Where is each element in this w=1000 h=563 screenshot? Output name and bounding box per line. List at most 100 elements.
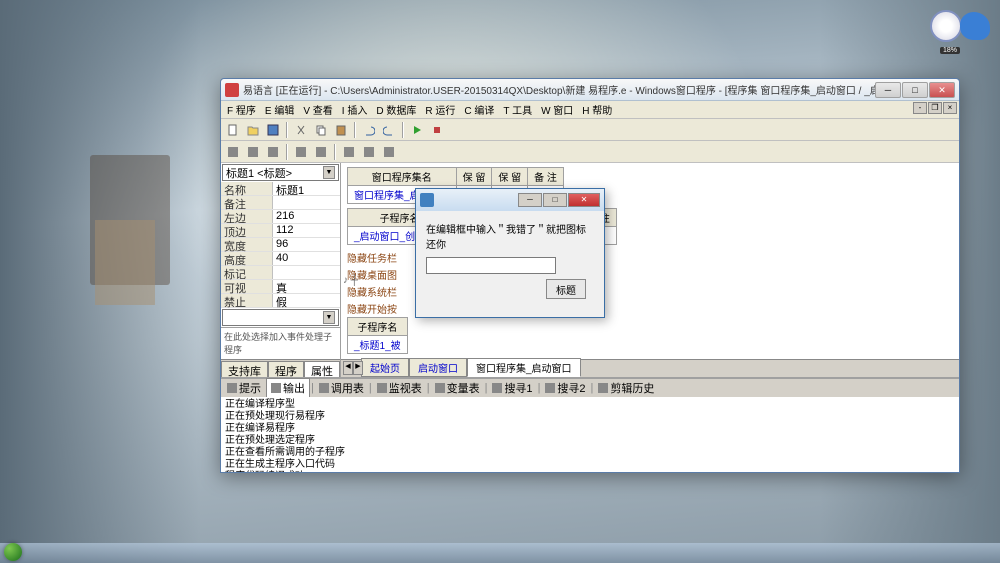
output-line: 正在预处理选定程序 bbox=[225, 435, 955, 447]
tab-start-page[interactable]: 起始页 bbox=[361, 358, 409, 377]
otab-watch[interactable]: 监视表 bbox=[373, 379, 426, 397]
tool-b[interactable] bbox=[244, 143, 262, 161]
tool-open[interactable] bbox=[244, 121, 262, 139]
search-icon bbox=[545, 383, 555, 393]
tool-stop[interactable] bbox=[428, 121, 446, 139]
prop-row[interactable]: 宽度96 bbox=[221, 238, 340, 252]
clip-icon bbox=[598, 383, 608, 393]
otab-search1[interactable]: 搜寻1 bbox=[488, 379, 536, 397]
tab-window-assembly[interactable]: 窗口程序集_启动窗口 bbox=[467, 358, 581, 377]
maximize-button[interactable]: □ bbox=[902, 82, 928, 98]
tool-redo[interactable] bbox=[380, 121, 398, 139]
tool-run[interactable] bbox=[408, 121, 426, 139]
object-combo[interactable]: 标题1 <标题> ▼ bbox=[222, 164, 339, 181]
output-line: 正在查看所需调用的子程序 bbox=[225, 447, 955, 459]
taskbar[interactable] bbox=[0, 543, 1000, 563]
mdi-close[interactable]: × bbox=[943, 102, 957, 114]
tool-paste[interactable] bbox=[332, 121, 350, 139]
otab-output[interactable]: 输出 bbox=[266, 378, 310, 398]
otab-clip[interactable]: 剪辑历史 bbox=[594, 379, 658, 397]
prop-row[interactable]: 可视真 bbox=[221, 280, 340, 294]
start-button[interactable] bbox=[4, 543, 22, 561]
toolbar-1 bbox=[221, 119, 959, 141]
mdi-restore[interactable]: ❐ bbox=[928, 102, 942, 114]
output-icon bbox=[271, 383, 281, 393]
menu-run[interactable]: R 运行 bbox=[421, 101, 459, 118]
hint-icon bbox=[227, 383, 237, 393]
prop-row[interactable]: 高度40 bbox=[221, 252, 340, 266]
table-icon bbox=[319, 383, 329, 393]
combo-value: 标题1 <标题> bbox=[226, 165, 292, 181]
dialog-input[interactable] bbox=[426, 257, 556, 274]
corkboard-deco bbox=[95, 220, 155, 305]
watch-icon bbox=[377, 383, 387, 393]
tool-copy[interactable] bbox=[312, 121, 330, 139]
prop-row[interactable]: 备注 bbox=[221, 196, 340, 210]
tab-startup-window[interactable]: 启动窗口 bbox=[409, 358, 467, 377]
tool-d[interactable] bbox=[292, 143, 310, 161]
output-line: 程序代码编译成功 bbox=[225, 471, 955, 472]
output-panel: 提示 输出 | 调用表 | 监视表 | 变量表 | 搜寻1 | 搜寻2 | 剪辑… bbox=[221, 377, 959, 472]
prop-row[interactable]: 左边216 bbox=[221, 210, 340, 224]
code-gutter: ♪ ┼ bbox=[343, 275, 358, 286]
combo-arrow-icon[interactable]: ▼ bbox=[323, 166, 335, 179]
otab-hint[interactable]: 提示 bbox=[223, 379, 265, 397]
tab-program[interactable]: 程序 bbox=[268, 361, 304, 377]
output-line: 正在编译易程序 bbox=[225, 423, 955, 435]
titlebar[interactable]: 易语言 [正在运行] - C:\Users\Administrator.USER… bbox=[221, 79, 959, 101]
tool-save[interactable] bbox=[264, 121, 282, 139]
tool-c[interactable] bbox=[264, 143, 282, 161]
tool-a[interactable] bbox=[224, 143, 242, 161]
dialog-ok-button[interactable]: 标题 bbox=[546, 279, 586, 299]
menu-window[interactable]: W 窗口 bbox=[537, 101, 577, 118]
left-tabs: 支持库 程序 属性 bbox=[221, 359, 340, 377]
help-text: 在此处选择加入事件处理子程序 bbox=[221, 327, 340, 359]
menu-tools[interactable]: T 工具 bbox=[499, 101, 536, 118]
prop-row[interactable]: 禁止假 bbox=[221, 294, 340, 308]
event-combo-arrow-icon[interactable]: ▼ bbox=[323, 311, 335, 324]
tool-g[interactable] bbox=[360, 143, 378, 161]
tool-f[interactable] bbox=[340, 143, 358, 161]
otab-search2[interactable]: 搜寻2 bbox=[541, 379, 589, 397]
minimize-button[interactable]: ─ bbox=[875, 82, 901, 98]
prop-row[interactable]: 名称标题1 bbox=[221, 182, 340, 196]
tool-undo[interactable] bbox=[360, 121, 378, 139]
toolbar-2 bbox=[221, 141, 959, 163]
menu-insert[interactable]: I 插入 bbox=[338, 101, 372, 118]
dialog-maximize[interactable]: □ bbox=[543, 193, 567, 207]
dialog-message: 在编辑框中输入＂我错了＂就把图标还你 bbox=[426, 221, 594, 251]
tab-nav-prev[interactable]: ◀ bbox=[343, 361, 353, 375]
output-body[interactable]: 正在编译程序型正在预处理现行易程序正在编译易程序正在预处理选定程序正在查看所需调… bbox=[221, 397, 959, 472]
search-icon bbox=[492, 383, 502, 393]
tool-cut[interactable] bbox=[292, 121, 310, 139]
dialog-icon bbox=[420, 193, 434, 207]
tool-new[interactable] bbox=[224, 121, 242, 139]
property-panel: 标题1 <标题> ▼ 名称标题1备注左边216顶边112宽度96高度40标记可视… bbox=[221, 163, 341, 377]
dialog-titlebar[interactable]: ─ □ ✕ bbox=[416, 189, 604, 211]
output-tabs: 提示 输出 | 调用表 | 监视表 | 变量表 | 搜寻1 | 搜寻2 | 剪辑… bbox=[221, 379, 959, 397]
menu-database[interactable]: D 数据库 bbox=[372, 101, 420, 118]
event-combo[interactable]: ▼ bbox=[222, 309, 339, 326]
prop-row[interactable]: 标记 bbox=[221, 266, 340, 280]
otab-calltable[interactable]: 调用表 bbox=[315, 379, 368, 397]
tool-e[interactable] bbox=[312, 143, 330, 161]
menu-program[interactable]: F 程序 bbox=[223, 101, 260, 118]
clock-widget-icon bbox=[930, 10, 962, 42]
menu-help[interactable]: H 帮助 bbox=[578, 101, 616, 118]
tool-h[interactable] bbox=[380, 143, 398, 161]
tab-support-lib[interactable]: 支持库 bbox=[221, 361, 268, 377]
property-grid[interactable]: 名称标题1备注左边216顶边112宽度96高度40标记可视真禁止假鼠标指针默认型… bbox=[221, 182, 340, 308]
dialog-body: 在编辑框中输入＂我错了＂就把图标还你 标题 bbox=[416, 211, 604, 317]
dialog-close[interactable]: ✕ bbox=[568, 193, 600, 207]
menu-edit[interactable]: E 编辑 bbox=[261, 101, 298, 118]
menu-compile[interactable]: C 编译 bbox=[460, 101, 498, 118]
mdi-minimize[interactable]: - bbox=[913, 102, 927, 114]
window-title: 易语言 [正在运行] - C:\Users\Administrator.USER… bbox=[243, 82, 875, 97]
otab-vars[interactable]: 变量表 bbox=[431, 379, 484, 397]
menu-view[interactable]: V 查看 bbox=[299, 101, 336, 118]
tab-properties[interactable]: 属性 bbox=[304, 361, 340, 377]
close-button[interactable]: ✕ bbox=[929, 82, 955, 98]
dialog-minimize[interactable]: ─ bbox=[518, 193, 542, 207]
prop-row[interactable]: 顶边112 bbox=[221, 224, 340, 238]
tab-nav-next[interactable]: ▶ bbox=[353, 361, 363, 375]
